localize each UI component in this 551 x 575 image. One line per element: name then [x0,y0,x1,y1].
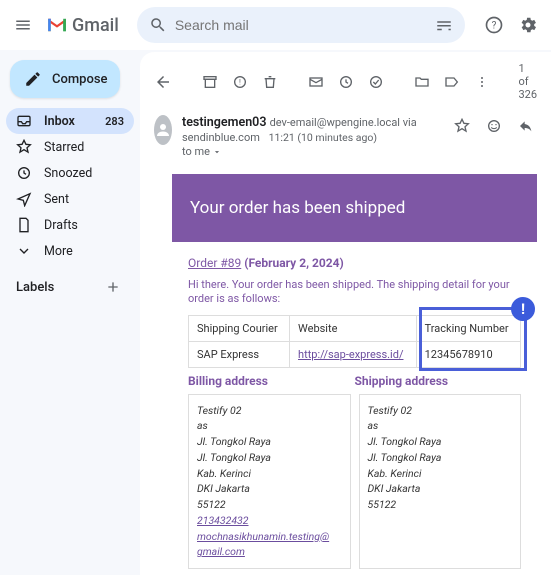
spam-button[interactable]: ! [232,71,248,93]
star-message-button[interactable] [451,115,473,137]
clock-icon [16,165,32,181]
nav-drafts[interactable]: Drafts [6,212,134,238]
snooze-button[interactable] [338,71,354,93]
search-box[interactable] [137,7,465,43]
th-courier: Shipping Courier [189,315,290,341]
message-pane: ! 1 of 326 testingemen03 dev-email@wpeng… [140,52,551,575]
order-link[interactable]: Order #89 [188,256,241,270]
nav-inbox[interactable]: Inbox 283 [6,108,134,134]
settings-icon[interactable] [517,14,539,36]
compose-button[interactable]: Compose [10,60,120,98]
help-icon[interactable]: ? [483,14,505,36]
nav-sent[interactable]: Sent [6,186,134,212]
star-icon [16,139,32,155]
product-name: Gmail [72,15,119,36]
shipping-header: Shipping address [355,374,522,388]
callout-badge: ! [511,297,535,321]
td-website-link[interactable]: http://sap-express.id/ [298,348,403,361]
unread-button[interactable] [308,71,324,93]
billing-phone[interactable]: 213432432 [197,513,342,529]
inbox-count: 283 [105,115,124,128]
sender-name: testingemen03 [182,115,266,130]
shipping-table: Shipping Courier Website Tracking Number… [188,315,521,368]
email-footer: The Testing Web03 — Built with WooCommer… [188,569,521,575]
expand-recipients-icon[interactable] [212,147,222,157]
inbox-icon [16,113,32,129]
chevron-down-icon [16,243,32,259]
th-website: Website [290,315,417,341]
nav-snoozed[interactable]: Snoozed [6,160,134,186]
more-button[interactable] [474,71,490,93]
sidebar: Compose Inbox 283 Starred Snoozed Sent [0,50,140,575]
svg-text:?: ? [492,20,497,31]
emoji-button[interactable] [483,115,505,137]
tune-icon[interactable] [435,16,453,34]
billing-address: Testify 02 as Jl. Tongkol Raya Jl. Tongk… [188,394,351,570]
message-time: 11:21 (10 minutes ago) [269,131,377,144]
nav-more[interactable]: More [6,238,134,264]
archive-button[interactable] [202,71,218,93]
avatar [154,115,172,145]
reply-button[interactable] [515,115,537,137]
pencil-icon [24,70,42,88]
back-button[interactable] [154,71,172,93]
sent-icon [16,191,32,207]
td-tracking: 12345678910 [416,341,520,367]
shipping-address: Testify 02 as Jl. Tongkol Raya Jl. Tongk… [359,394,522,570]
delete-button[interactable] [262,71,278,93]
email-body: Your order has been shipped Order #89 (F… [172,174,537,575]
search-icon [149,16,167,34]
pager-text: 1 of 326 [518,62,537,101]
menu-icon[interactable] [12,14,34,36]
billing-email-1[interactable]: mochnasikhunamin.testing@ [197,529,342,545]
draft-icon [16,217,32,233]
order-date: (February 2, 2024) [244,256,344,270]
email-intro: Hi there. Your order has been shipped. T… [188,278,521,307]
search-input[interactable] [175,17,435,33]
th-tracking: Tracking Number [416,315,520,341]
label-button[interactable] [444,71,460,93]
email-banner: Your order has been shipped [172,174,537,242]
gmail-logo: Gmail [46,15,119,36]
move-button[interactable] [414,71,430,93]
labels-header: Labels [16,280,54,295]
nav-starred[interactable]: Starred [6,134,134,160]
addtask-button[interactable] [368,71,384,93]
add-label-button[interactable] [102,276,124,298]
billing-header: Billing address [188,374,355,388]
compose-label: Compose [52,72,108,87]
message-toolbar: ! 1 of 326 [140,52,551,111]
td-courier: SAP Express [189,341,290,367]
billing-email-2[interactable]: gmail.com [197,544,342,560]
svg-text:!: ! [239,77,241,86]
